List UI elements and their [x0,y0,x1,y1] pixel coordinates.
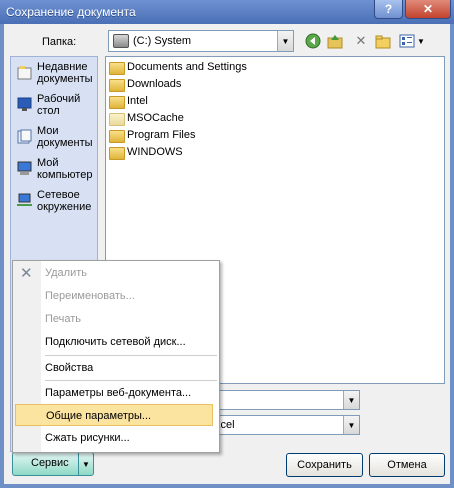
drive-icon [113,34,129,48]
save-dialog-window: Сохранение документа ? ✕ Папка: (C:) Sys… [0,0,454,488]
place-label-line2: окружение [37,201,92,213]
place-label-line1: Рабочий [37,93,81,105]
folder-icon [109,130,125,143]
file-type-dropdown[interactable]: xcel ▼ [204,415,360,435]
menu-separator [45,380,217,381]
menu-item-print[interactable]: Печать [45,308,217,330]
folder-icon [109,147,125,160]
folder-icon [109,113,125,126]
cancel-button[interactable]: Отмена [369,453,445,477]
delete-icon[interactable]: ✕ [352,32,370,50]
network-icon [17,193,32,208]
menu-item-general-options[interactable]: Общие параметры... [15,404,213,426]
file-name: Intel [127,95,148,107]
place-label-line2: документы [37,73,93,85]
window-title: Сохранение документа [6,5,136,19]
folder-dropdown-value: (C:) System [133,35,192,47]
new-folder-icon[interactable] [374,32,392,50]
views-dropdown-arrow-icon[interactable]: ▼ [416,32,426,50]
folder-icon [109,79,125,92]
my-computer-icon [17,161,32,176]
place-label-line1: Недавние [37,61,88,73]
place-label-line2: компьютер [37,169,93,181]
close-icon: ✕ [422,2,434,16]
up-folder-icon[interactable] [326,32,344,50]
menu-item-delete[interactable]: Удалить [45,262,217,284]
file-name: Program Files [127,129,196,141]
menu-item-compress-pictures[interactable]: Сжать рисунки... [45,427,217,449]
place-label-line2: документы [37,137,93,149]
close-button[interactable]: ✕ [405,0,451,19]
recent-documents-icon [17,65,32,80]
menu-item-web-options[interactable]: Параметры веб-документа... [45,382,217,404]
place-label-line1: Мои [37,125,59,137]
folder-label: Папка: [42,36,77,48]
save-button-label: Сохранить [297,459,352,471]
menu-item-map-network-drive[interactable]: Подключить сетевой диск... [45,331,217,353]
chevron-down-icon[interactable]: ▼ [78,453,93,475]
my-documents-icon [17,129,32,144]
place-label-line1: Сетевое [37,189,80,201]
file-name: WINDOWS [127,146,183,158]
chevron-down-icon[interactable]: ▼ [343,416,359,434]
menu-item-properties[interactable]: Свойства [45,357,217,379]
desktop-icon [17,97,32,112]
dialog-body: Папка: (C:) System ▼ ✕ ▼ Недавние докуме… [4,24,450,484]
help-button[interactable]: ? [374,0,403,19]
back-icon[interactable] [304,32,322,50]
delete-icon: ✕ [20,265,33,282]
menu-item-rename[interactable]: Переименовать... [45,285,217,307]
service-button[interactable]: Сервис ▼ [12,452,94,476]
chevron-down-icon: ▼ [277,31,293,51]
help-icon: ? [384,2,393,16]
views-icon[interactable] [398,32,416,50]
folder-dropdown[interactable]: (C:) System ▼ [108,30,294,52]
cancel-button-label: Отмена [387,459,427,471]
save-button[interactable]: Сохранить [286,453,363,477]
service-menu: ✕ Удалить Переименовать... Печать Подклю… [12,260,220,453]
service-button-label: Сервис [31,457,69,469]
chevron-down-icon[interactable]: ▼ [343,391,359,409]
folder-icon [109,62,125,75]
title-bar[interactable]: Сохранение документа ? ✕ [0,0,454,24]
place-label-line2: стол [37,105,60,117]
file-name: MSOCache [127,112,184,124]
file-name: Documents and Settings [127,61,247,73]
place-label-line1: Мой [37,157,59,169]
menu-separator [45,355,217,356]
folder-icon [109,96,125,109]
file-name: Downloads [127,78,182,90]
file-name-field[interactable]: ▼ [204,390,360,410]
